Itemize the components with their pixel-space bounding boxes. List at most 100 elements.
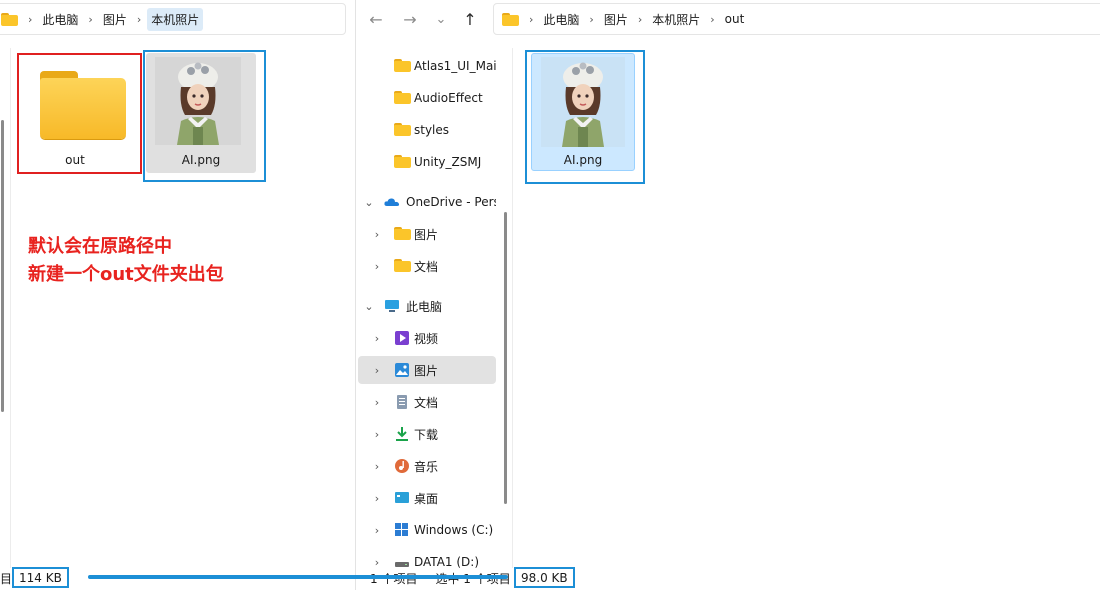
status-size-value: 114 KB	[19, 570, 62, 585]
right-explorer-window: ← → ⌄ ↑ › 此电脑 › 图片 › 本机照片 › out Atlas1_U…	[356, 0, 1100, 590]
tree-item-label: Windows (C:)	[414, 523, 494, 537]
chevron-down-icon: ⌄	[435, 11, 447, 27]
pane-divider[interactable]	[512, 48, 513, 568]
breadcrumb-item[interactable]: 图片	[99, 8, 131, 31]
status-count-fragment: 目	[0, 571, 13, 586]
tree-item[interactable]: › Windows (C:)	[356, 516, 496, 544]
tree-item[interactable]: › 下载	[356, 420, 496, 448]
back-button[interactable]: ←	[365, 8, 387, 30]
tree-item-label: 此电脑	[406, 299, 443, 314]
folder-icon	[394, 154, 411, 170]
forward-button[interactable]: →	[399, 8, 421, 30]
address-bar[interactable]: › 此电脑 › 图片 › 本机照片 › out	[493, 3, 1100, 35]
tree-item[interactable]: › 桌面	[356, 484, 496, 512]
tree-item[interactable]: › 音乐	[356, 452, 496, 480]
chevron-right-icon[interactable]: ›	[370, 396, 384, 409]
breadcrumb-item[interactable]: 图片	[600, 8, 632, 31]
file-name: out	[65, 153, 85, 167]
tree-item-label: Unity_ZSMJ	[414, 155, 482, 169]
file-item-ai-png-selected[interactable]: AI.png	[531, 53, 635, 171]
annotation-note: 默认会在原路径中 新建一个out文件夹出包	[28, 233, 224, 289]
pictures-icon	[394, 362, 410, 378]
desktop-icon	[394, 490, 410, 506]
downloads-icon	[394, 426, 410, 442]
chevron-right-icon[interactable]: ›	[370, 492, 384, 505]
chevron-right-icon: ›	[28, 12, 33, 26]
tree-item-this-pc[interactable]: ⌄ 此电脑	[356, 292, 496, 320]
chevron-down-icon[interactable]: ⌄	[362, 300, 376, 313]
annotation-note-line: 新建一个out文件夹出包	[28, 264, 224, 285]
folder-icon	[502, 12, 519, 26]
breadcrumb-item[interactable]: 本机照片	[648, 8, 704, 31]
chevron-right-icon[interactable]: ›	[370, 428, 384, 441]
tree-item[interactable]: AudioEffect	[356, 84, 496, 112]
chevron-right-icon: ›	[589, 12, 594, 26]
tree-item-selected[interactable]: › 图片	[358, 356, 496, 384]
address-bar[interactable]: › 此电脑 › 图片 › 本机照片	[0, 3, 346, 35]
windows-drive-icon	[394, 522, 410, 538]
folder-icon	[40, 71, 126, 139]
image-thumbnail	[155, 57, 241, 145]
this-pc-icon	[384, 298, 400, 314]
tree-item-label: 文档	[414, 395, 439, 410]
annotation-note-line: 默认会在原路径中	[28, 236, 172, 257]
tree-item-label: 桌面	[414, 491, 439, 506]
chevron-right-icon: ›	[136, 12, 142, 26]
breadcrumb-item[interactable]: 此电脑	[38, 8, 82, 31]
chevron-down-icon[interactable]: ⌄	[362, 196, 376, 209]
tree-item[interactable]: Unity_ZSMJ	[356, 148, 496, 176]
tree-item-label: OneDrive - Pers	[406, 195, 496, 209]
chevron-right-icon[interactable]: ›	[370, 524, 384, 537]
arrow-right-icon: →	[403, 9, 417, 29]
tree-item[interactable]: › 文档	[356, 388, 496, 416]
chevron-right-icon[interactable]: ›	[370, 228, 384, 241]
tree-item-onedrive[interactable]: ⌄ OneDrive - Pers	[356, 188, 496, 216]
chevron-right-icon[interactable]: ›	[370, 332, 384, 345]
tree-item[interactable]: styles	[356, 116, 496, 144]
tree-item-label: 文档	[414, 259, 439, 274]
music-icon	[394, 458, 410, 474]
navigation-pane-scrollbar[interactable]	[504, 212, 507, 504]
breadcrumb-item-current[interactable]: out	[721, 9, 749, 29]
tree-item-label: Atlas1_UI_Main	[414, 59, 496, 73]
vertical-scrollbar[interactable]	[1, 120, 4, 412]
tree-item-label: styles	[414, 123, 450, 137]
folder-icon	[394, 58, 411, 74]
image-thumbnail	[541, 57, 625, 147]
chevron-right-icon[interactable]: ›	[370, 364, 384, 377]
breadcrumb-item-current[interactable]: 本机照片	[147, 7, 204, 31]
divider	[10, 48, 11, 568]
videos-icon	[394, 330, 410, 346]
chevron-right-icon: ›	[710, 12, 715, 26]
tree-item-label: AudioEffect	[414, 91, 483, 105]
tree-item[interactable]: › 视频	[356, 324, 496, 352]
tree-item[interactable]: › 图片	[356, 220, 496, 248]
file-item-ai-png[interactable]: AI.png	[146, 53, 256, 173]
tree-item-label: 图片	[414, 227, 439, 242]
breadcrumb-item[interactable]: 此电脑	[539, 8, 583, 31]
annotation-connector-line	[88, 575, 508, 579]
tree-item-label: 视频	[414, 331, 439, 346]
file-name: AI.png	[563, 153, 603, 167]
file-item-out-folder[interactable]: out	[20, 55, 130, 175]
arrow-up-icon: ↑	[463, 9, 477, 29]
tree-item-label: 音乐	[414, 459, 439, 474]
folder-icon	[394, 258, 411, 274]
status-size-value: 98.0 KB	[521, 570, 568, 585]
recent-locations-button[interactable]: ⌄	[430, 8, 452, 30]
documents-icon	[394, 394, 410, 410]
tree-item[interactable]: › 文档	[356, 252, 496, 280]
folder-icon	[394, 90, 411, 106]
chevron-right-icon[interactable]: ›	[370, 460, 384, 473]
left-explorer-window: › 此电脑 › 图片 › 本机照片 out AI.png 默认会在原路径中 新建…	[0, 0, 356, 590]
chevron-right-icon[interactable]: ›	[370, 260, 384, 273]
up-button[interactable]: ↑	[459, 8, 481, 30]
onedrive-icon	[384, 194, 400, 210]
arrow-left-icon: ←	[369, 9, 383, 29]
navigation-pane: Atlas1_UI_Main AudioEffect styles Unity_…	[356, 48, 508, 569]
chevron-right-icon: ›	[637, 12, 643, 26]
status-bar: 目	[0, 567, 12, 589]
status-size: 98.0 KB	[514, 567, 575, 588]
tree-item[interactable]: Atlas1_UI_Main	[356, 52, 496, 80]
chevron-right-icon: ›	[88, 12, 93, 26]
